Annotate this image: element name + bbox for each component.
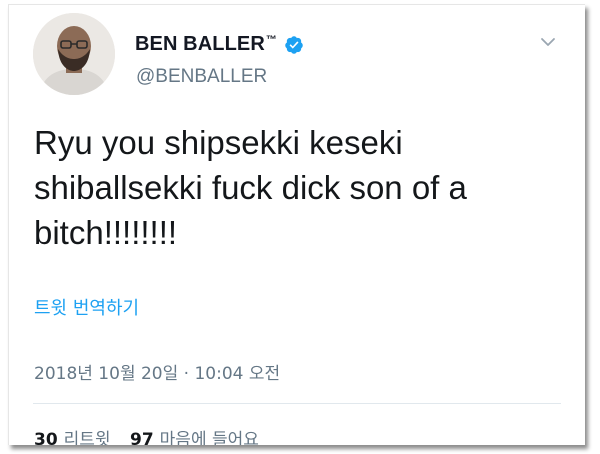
retweets-label[interactable]: 리트윗 — [64, 430, 111, 445]
trademark-symbol: ™ — [265, 33, 277, 46]
likes-label[interactable]: 마음에 들어요 — [160, 430, 259, 445]
tweet-timestamp[interactable]: 2018년 10월 20일 · 10:04 오전 — [34, 359, 280, 384]
chevron-down-icon[interactable] — [539, 35, 557, 49]
display-name[interactable]: BEN BALLER ™ — [135, 33, 304, 56]
user-handle[interactable]: @BENBALLER — [136, 66, 267, 88]
display-name-text: BEN BALLER — [135, 33, 265, 55]
divider — [33, 403, 561, 404]
avatar-image — [33, 13, 115, 95]
tweet-stats: 30 리트윗 97 마음에 들어요 — [34, 425, 273, 445]
retweets-count[interactable]: 30 — [34, 430, 58, 445]
tweet-card: BEN BALLER ™ @BENBALLER Ryu you shipsekk… — [8, 4, 585, 445]
avatar[interactable] — [33, 13, 115, 95]
tweet-text: Ryu you shipsekki keseki shiballsekki fu… — [34, 124, 467, 251]
likes-count[interactable]: 97 — [130, 430, 154, 445]
translate-tweet-link[interactable]: 트윗 번역하기 — [34, 294, 139, 320]
verified-badge-icon — [285, 35, 303, 54]
